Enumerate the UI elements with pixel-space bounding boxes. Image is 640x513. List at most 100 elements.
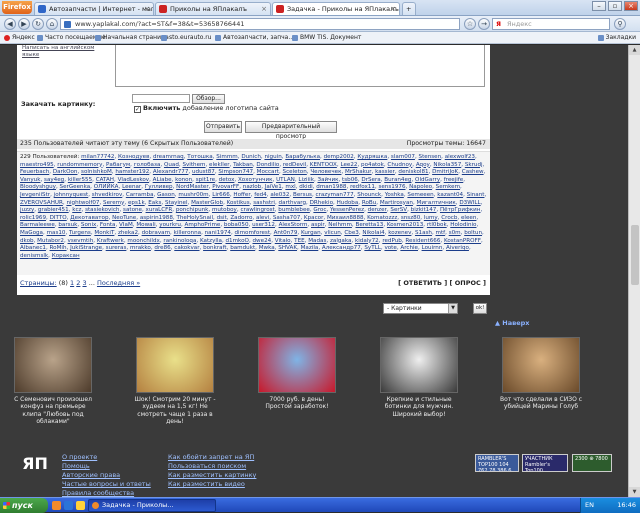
- user-link[interactable]: SyTLL: [364, 245, 381, 251]
- user-link[interactable]: mxl: [285, 184, 295, 190]
- user-link[interactable]: konon: [175, 177, 192, 183]
- user-link[interactable]: Зайчик: [318, 177, 339, 183]
- user-link[interactable]: bumblebee: [278, 207, 310, 213]
- user-link[interactable]: OldGarry: [415, 177, 440, 183]
- user-link[interactable]: VladLeskov: [118, 177, 150, 183]
- user-link[interactable]: ПётрГрифкин: [440, 207, 481, 213]
- user-link[interactable]: Kostikus: [227, 200, 250, 206]
- user-link[interactable]: Aqoy: [416, 162, 430, 168]
- user-link[interactable]: dreamrnaq: [153, 154, 184, 160]
- user-link[interactable]: MaGoga: [20, 230, 43, 236]
- bookmark-sto-eurauto[interactable]: sto.eurauto.ru: [160, 32, 212, 43]
- browse-button[interactable]: Обзор...: [192, 94, 225, 104]
- user-link[interactable]: Skrudj: [465, 162, 483, 168]
- user-link[interactable]: Leenar: [122, 184, 141, 190]
- user-link[interactable]: SHVAK: [278, 245, 297, 251]
- user-link[interactable]: VIaM: [119, 222, 133, 228]
- user-link[interactable]: Groc: [313, 207, 326, 213]
- user-link[interactable]: AlexStorm: [279, 222, 308, 228]
- user-link[interactable]: Carramba: [126, 192, 154, 198]
- user-link[interactable]: nazlob: [243, 184, 261, 190]
- footer-link[interactable]: Помощь: [62, 462, 151, 471]
- user-link[interactable]: Napoleo: [409, 184, 432, 190]
- file-input[interactable]: [132, 94, 190, 103]
- user-link[interactable]: Zadorro: [230, 215, 252, 221]
- user-link[interactable]: Kosmen2013: [387, 222, 423, 228]
- teaser-caption[interactable]: Вот что сделали в СИЗО с убийцей Марины …: [500, 396, 582, 411]
- teaser-image[interactable]: [258, 337, 336, 393]
- user-link[interactable]: JaiVe1: [265, 184, 282, 190]
- user-link[interactable]: dkob: [20, 238, 34, 244]
- user-link[interactable]: kazant04: [437, 192, 463, 198]
- user-link[interactable]: barsuk: [58, 222, 77, 228]
- user-link[interactable]: dman1988: [316, 184, 346, 190]
- user-link[interactable]: fed4: [254, 192, 267, 198]
- user-link[interactable]: xuraLCFR: [146, 207, 173, 213]
- user-link[interactable]: Fonta: [100, 222, 116, 228]
- user-link[interactable]: MrShakur: [345, 169, 372, 175]
- user-link[interactable]: Кознодуев: [118, 154, 149, 160]
- back-arrow-icon[interactable]: ◀: [4, 18, 16, 30]
- user-link[interactable]: rundommemory: [57, 162, 102, 168]
- user-link[interactable]: Хохотунчик: [238, 177, 273, 183]
- user-link[interactable]: Barmaleewe: [20, 222, 55, 228]
- user-link[interactable]: vsevmtih: [68, 238, 94, 244]
- user-link[interactable]: Semeeen: [407, 192, 433, 198]
- user-link[interactable]: zalgaka: [330, 238, 351, 244]
- user-link[interactable]: SerSV: [390, 207, 407, 213]
- user-link[interactable]: solnishkoM: [81, 169, 112, 175]
- minimize-icon[interactable]: –: [592, 1, 606, 11]
- user-link[interactable]: Sinant: [467, 192, 485, 198]
- user-link[interactable]: vlicun: [324, 230, 341, 236]
- footer-link[interactable]: Пользоваться поиском: [168, 462, 256, 471]
- teaser-card[interactable]: С Семенович произошел конфуз на премьере…: [12, 337, 94, 426]
- user-link[interactable]: DarkOon: [53, 169, 78, 175]
- user-link[interactable]: Nikola357: [433, 162, 461, 168]
- user-link[interactable]: Bersus: [293, 192, 312, 198]
- counter-liveinternet[interactable]: 2300 ⊕ 7800: [572, 454, 612, 472]
- bookmark-star-icon[interactable]: ☆: [464, 18, 476, 30]
- firefox-quicklaunch-icon[interactable]: [52, 501, 61, 510]
- user-link[interactable]: Stayinel: [165, 200, 188, 206]
- bookmark-yandex[interactable]: Яндекс: [3, 32, 35, 43]
- reload-icon[interactable]: ↻: [32, 18, 44, 30]
- user-link[interactable]: Takban: [233, 162, 253, 168]
- user-link[interactable]: Михаил8888: [327, 215, 364, 221]
- user-link[interactable]: yourkru: [159, 222, 181, 228]
- user-link[interactable]: голобаза: [134, 162, 161, 168]
- counter-rambler[interactable]: RAMBLER'S TOP100 104 762 78 386 6: [475, 454, 519, 472]
- last-page-link[interactable]: Последняя »: [97, 279, 140, 287]
- user-link[interactable]: dimomforest: [235, 230, 271, 236]
- user-link[interactable]: Lir666: [212, 192, 230, 198]
- user-link[interactable]: Sasha707: [273, 215, 301, 221]
- teaser-caption[interactable]: 7000 руб. в день! Простой заработок!: [256, 396, 338, 411]
- user-link[interactable]: PivovarFF: [212, 184, 239, 190]
- user-link[interactable]: juzzy: [20, 207, 34, 213]
- user-link[interactable]: YessenPerez: [330, 207, 364, 213]
- page-link-3[interactable]: 3: [82, 279, 86, 287]
- user-link[interactable]: Lee22: [340, 162, 357, 168]
- user-link[interactable]: s0m: [449, 230, 461, 236]
- user-link[interactable]: Alexandr777: [153, 169, 189, 175]
- user-link[interactable]: denismslk: [20, 253, 48, 259]
- user-link[interactable]: Svithem: [182, 162, 205, 168]
- user-link[interactable]: Рабагум: [106, 162, 130, 168]
- user-link[interactable]: mas10: [47, 230, 66, 236]
- teaser-image[interactable]: [136, 337, 214, 393]
- message-textarea[interactable]: [115, 45, 485, 87]
- teaser-caption[interactable]: Шок! Смотрим 20 минут - худеем на 1,5 кг…: [134, 396, 216, 426]
- user-link[interactable]: Louirnn: [422, 245, 443, 251]
- footer-link[interactable]: Как обойти запрет на ЯП: [168, 453, 256, 462]
- user-link[interactable]: vote: [384, 245, 396, 251]
- logo-checkbox[interactable]: ✓: [134, 106, 141, 113]
- user-link[interactable]: NordMaster: [176, 184, 208, 190]
- tab-task[interactable]: Задачка - Приколы на ЯПлакалъ ×: [272, 2, 400, 15]
- teaser-image[interactable]: [14, 337, 92, 393]
- user-link[interactable]: Cashew: [462, 169, 484, 175]
- teaser-card[interactable]: Шок! Смотрим 20 минут - худеем на 1,5 кг…: [134, 337, 216, 426]
- user-link[interactable]: killer555: [68, 177, 92, 183]
- user-link[interactable]: sens1976: [378, 184, 405, 190]
- user-link[interactable]: Gason: [157, 192, 175, 198]
- user-link[interactable]: redPub: [382, 238, 402, 244]
- user-link[interactable]: Mazila: [301, 245, 319, 251]
